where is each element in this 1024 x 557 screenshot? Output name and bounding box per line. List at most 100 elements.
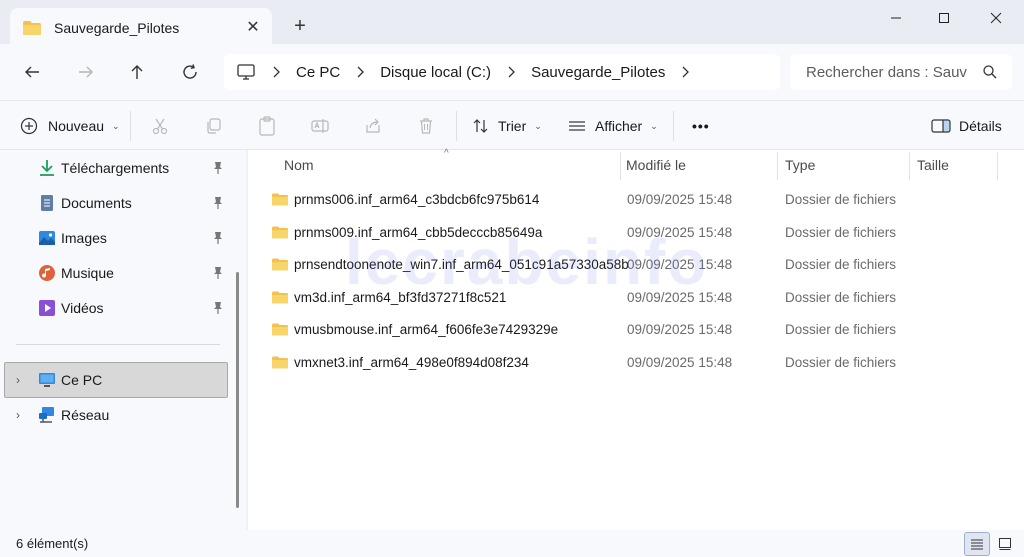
item-count: 6 élément(s)	[16, 536, 89, 551]
table-row[interactable]: prnms006.inf_arm64_c3bdcb6fc975b614 09/0…	[248, 184, 1024, 216]
forward-button[interactable]	[72, 58, 100, 86]
details-view-button[interactable]	[964, 532, 990, 556]
file-modified: 09/09/2025 15:48	[627, 322, 733, 337]
table-row[interactable]: vmxnet3.inf_arm64_498e0f894d08f234 09/09…	[248, 347, 1024, 379]
rename-icon	[311, 119, 329, 133]
chevron-right-icon[interactable]	[678, 66, 692, 78]
video-icon	[39, 300, 55, 316]
minimize-button[interactable]	[872, 0, 920, 36]
file-type: Dossier de fichiers	[785, 257, 897, 272]
folder-icon	[272, 323, 288, 336]
chevron-down-icon: ⌄	[534, 120, 542, 131]
sidebar-item-label: Musique	[61, 265, 114, 281]
rename-button[interactable]	[311, 101, 329, 151]
plus-circle-icon	[20, 117, 38, 135]
new-button[interactable]: Nouveau ⌄	[20, 101, 120, 151]
chevron-down-icon: ⌄	[650, 120, 658, 131]
tiles-view-button[interactable]	[992, 532, 1018, 556]
download-icon	[40, 160, 54, 176]
navigation-pane: Téléchargements Documents Images Musique…	[0, 150, 230, 530]
sidebar-item-videos[interactable]: Vidéos	[0, 291, 228, 325]
column-header-name[interactable]: Nom	[284, 150, 314, 180]
breadcrumb-disque-local[interactable]: Disque local (C:)	[380, 64, 491, 81]
view-button-label: Afficher	[595, 118, 643, 134]
chevron-down-icon: ⌄	[112, 120, 120, 131]
sidebar-item-label: Documents	[61, 195, 132, 211]
column-divider[interactable]	[620, 152, 621, 180]
column-header-size[interactable]: Taille	[917, 150, 949, 180]
back-button[interactable]	[18, 58, 46, 86]
table-row[interactable]: vmusbmouse.inf_arm64_f606fe3e7429329e 09…	[248, 314, 1024, 346]
computer-icon	[39, 373, 55, 387]
chevron-right-icon[interactable]	[269, 66, 283, 78]
chevron-right-icon[interactable]	[353, 66, 367, 78]
address-row: Ce PC Disque local (C:) Sauvegarde_Pilot…	[0, 44, 1024, 100]
share-button[interactable]	[364, 101, 382, 151]
file-type: Dossier de fichiers	[785, 289, 897, 305]
chevron-right-icon[interactable]	[504, 66, 518, 78]
new-tab-button[interactable]: +	[288, 14, 312, 38]
search-placeholder: Rechercher dans : Sauv	[806, 63, 967, 81]
file-modified: 09/09/2025 15:48	[627, 192, 733, 207]
column-divider[interactable]	[777, 152, 778, 180]
column-header-modified[interactable]: Modifié le	[626, 150, 686, 180]
tab-sauvegarde-pilotes[interactable]: Sauvegarde_Pilotes ✕	[10, 8, 272, 48]
sidebar-scrollbar-thumb[interactable]	[236, 272, 239, 508]
sort-button-label: Trier	[498, 118, 527, 134]
view-list-icon	[569, 121, 585, 131]
sidebar-item-ce-pc[interactable]: › Ce PC	[0, 363, 228, 397]
command-bar: Nouveau ⌄ Trier ⌄ Afficher ⌄ ••• Détails	[0, 100, 1024, 150]
copy-button[interactable]	[204, 101, 222, 151]
chevron-right-icon[interactable]: ›	[16, 373, 20, 387]
chevron-right-icon[interactable]: ›	[16, 408, 20, 422]
up-button[interactable]	[123, 58, 151, 86]
sidebar-item-label: Téléchargements	[61, 160, 170, 176]
folder-icon	[272, 226, 288, 238]
paste-button[interactable]	[258, 101, 276, 151]
pin-icon[interactable]	[212, 301, 224, 315]
breadcrumb-sauvegarde-pilotes[interactable]: Sauvegarde_Pilotes	[531, 64, 665, 81]
arrow-right-icon	[79, 66, 93, 78]
copy-icon	[207, 118, 221, 134]
column-header-type[interactable]: Type	[785, 150, 815, 180]
search-input[interactable]: Rechercher dans : Sauv	[790, 54, 1012, 90]
more-options-button[interactable]: •••	[692, 101, 710, 151]
sidebar-item-label: Réseau	[61, 407, 110, 423]
breadcrumb-ce-pc[interactable]: Ce PC	[296, 64, 340, 81]
sort-button[interactable]: Trier ⌄	[472, 101, 542, 151]
sidebar-item-telechargements[interactable]: Téléchargements	[0, 151, 228, 185]
pin-icon[interactable]	[212, 266, 224, 280]
address-bar[interactable]: Ce PC Disque local (C:) Sauvegarde_Pilot…	[224, 54, 780, 90]
sidebar-item-reseau[interactable]: › Réseau	[0, 398, 228, 432]
sidebar-item-musique[interactable]: Musique	[0, 256, 228, 290]
pin-icon[interactable]	[212, 231, 224, 245]
refresh-button[interactable]	[176, 58, 204, 86]
maximize-button[interactable]	[920, 0, 968, 36]
arrow-left-icon	[25, 66, 39, 78]
cut-button[interactable]	[151, 101, 169, 151]
sidebar-item-documents[interactable]: Documents	[0, 186, 228, 220]
sidebar-item-label: Images	[61, 230, 107, 246]
column-divider[interactable]	[909, 152, 910, 180]
details-view-icon	[971, 539, 983, 550]
monitor-icon	[237, 64, 255, 80]
title-bar: Sauvegarde_Pilotes ✕ +	[0, 0, 1024, 48]
file-type: Dossier de fichiers	[785, 192, 897, 207]
sidebar-divider	[16, 344, 220, 345]
trash-icon	[420, 118, 432, 134]
details-pane-button[interactable]: Détails	[931, 101, 1002, 151]
view-button[interactable]: Afficher ⌄	[568, 101, 658, 151]
share-icon	[366, 118, 380, 133]
music-icon	[39, 265, 55, 281]
toolbar-divider	[673, 111, 674, 141]
close-window-button[interactable]	[972, 0, 1020, 36]
folder-icon	[272, 356, 288, 368]
pin-icon[interactable]	[212, 161, 224, 175]
sidebar-item-images[interactable]: Images	[0, 221, 228, 255]
pin-icon[interactable]	[212, 196, 224, 210]
document-icon	[41, 195, 53, 211]
close-tab-icon[interactable]: ✕	[244, 18, 262, 36]
refresh-icon	[183, 64, 197, 79]
delete-button[interactable]	[417, 101, 435, 151]
column-divider[interactable]	[997, 152, 998, 180]
